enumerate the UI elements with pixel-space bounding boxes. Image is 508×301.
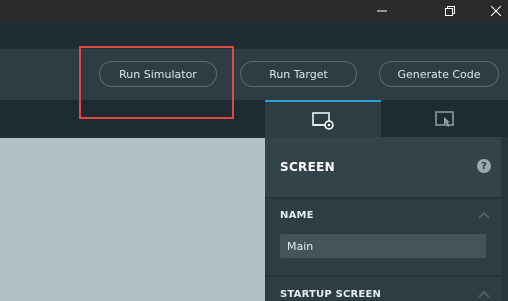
tab-interactions[interactable] bbox=[381, 100, 508, 137]
run-simulator-button[interactable]: Run Simulator bbox=[99, 61, 217, 87]
startup-screen-label: STARTUP SCREEN bbox=[280, 289, 382, 300]
run-target-button[interactable]: Run Target bbox=[240, 61, 357, 87]
tab-screen-properties[interactable] bbox=[265, 100, 381, 137]
chevron-up-icon[interactable] bbox=[478, 290, 490, 298]
close-icon bbox=[490, 6, 501, 16]
restore-button[interactable] bbox=[427, 0, 472, 22]
minimize-button[interactable] bbox=[359, 0, 404, 22]
menu-strip bbox=[0, 22, 508, 49]
screen-settings-icon bbox=[312, 111, 334, 130]
minimize-icon bbox=[376, 10, 387, 12]
name-label: NAME bbox=[280, 210, 314, 221]
help-icon[interactable]: ? bbox=[477, 159, 491, 173]
toolbar: Run Simulator Run Target Generate Code bbox=[0, 49, 508, 100]
panel-scrollbar[interactable] bbox=[501, 137, 508, 301]
section-title: SCREEN bbox=[280, 160, 335, 174]
divider bbox=[265, 197, 501, 199]
name-input[interactable] bbox=[280, 234, 486, 258]
screen-section-header: SCREEN ? bbox=[265, 137, 508, 197]
canvas-header bbox=[0, 100, 265, 138]
generate-code-button[interactable]: Generate Code bbox=[379, 61, 499, 87]
properties-panel: SCREEN ? NAME STARTUP SCREEN bbox=[265, 100, 508, 301]
chevron-up-icon[interactable] bbox=[478, 211, 490, 219]
close-button[interactable] bbox=[473, 0, 508, 22]
interaction-icon bbox=[434, 110, 454, 127]
title-bar bbox=[0, 0, 508, 22]
divider bbox=[265, 275, 501, 277]
screen-canvas[interactable] bbox=[0, 138, 265, 301]
restore-icon bbox=[444, 6, 455, 16]
